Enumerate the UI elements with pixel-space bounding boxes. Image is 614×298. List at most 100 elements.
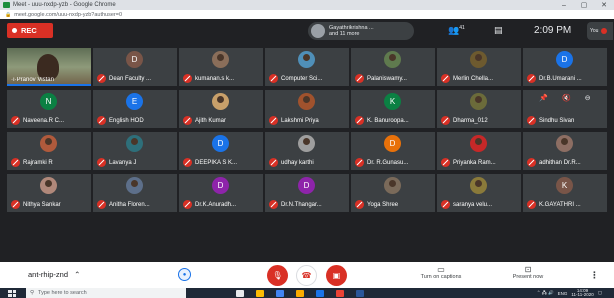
self-view-chip[interactable]: You <box>587 22 613 40</box>
participant-name-row: Ajith Kumar <box>183 116 261 125</box>
file-explorer-icon[interactable] <box>296 289 304 297</box>
minimize-button[interactable]: – <box>554 2 574 9</box>
present-now-button[interactable]: ⊡ Present now <box>503 265 553 280</box>
chrome-icon[interactable] <box>256 289 264 297</box>
participant-tile[interactable]: 📌 🔇 ⊖ Sindhu Sivan <box>523 90 607 128</box>
participant-name: Lakshmi Priya <box>281 117 319 124</box>
participant-name-row: K. Banuroopa... <box>355 116 433 125</box>
mic-off-icon <box>441 158 450 167</box>
participant-name: Sindhu Sivan <box>539 117 575 124</box>
network-icon[interactable]: ⌃ 🖧 🔊 <box>537 289 554 297</box>
participant-tile[interactable]: E English HOD <box>93 90 177 128</box>
participant-name-row: Palaniswamy... <box>355 74 433 83</box>
participant-name: Dr.N.Thangar... <box>281 201 322 208</box>
mic-off-icon <box>269 74 278 83</box>
pin-icon[interactable]: 📌 <box>539 94 548 102</box>
participant-tile[interactable]: Dharma_012 <box>437 90 521 128</box>
captions-button[interactable]: ▭ Turn on captions <box>410 265 472 280</box>
meet-bottom-bar: ant-rhip-znd ⌃ ● 🎙 ☎ ▣ ▭ Turn on caption… <box>0 262 614 288</box>
more-options-button[interactable]: ⋮ <box>590 270 599 281</box>
participant-name-row: Lakshmi Priya <box>269 116 347 125</box>
participant-name: Pranov Vistan <box>16 77 54 83</box>
presenter-name: Gayathrikrishna ... <box>329 24 374 31</box>
camera-toggle-button[interactable]: ▣ <box>326 265 347 286</box>
participant-tile[interactable]: Nithya Sankar <box>7 174 91 212</box>
participant-avatar: N <box>40 93 57 110</box>
record-dot-icon <box>12 28 17 33</box>
participant-name: Palaniswamy... <box>367 75 407 82</box>
meeting-clock: 2:09 PM <box>534 25 572 36</box>
participant-tile[interactable]: D Dr.N.Thangar... <box>265 174 349 212</box>
present-icon: ⊡ <box>524 265 532 274</box>
participant-tile[interactable]: D Dr. R.Gunasu... <box>351 132 435 170</box>
participant-tile[interactable]: Anitha Floren... <box>93 174 177 212</box>
chat-icon: ▤ <box>494 25 503 35</box>
mic-off-icon <box>527 116 536 125</box>
windows-start-icon[interactable] <box>8 289 16 297</box>
you-label: You <box>590 28 599 34</box>
leave-call-button[interactable]: ☎ <box>296 265 317 286</box>
participant-avatar: D <box>556 51 573 68</box>
app-icon[interactable] <box>336 289 344 297</box>
task-view-icon[interactable] <box>236 289 244 297</box>
mic-off-icon <box>183 200 192 209</box>
participant-tile[interactable]: udhay karthi <box>265 132 349 170</box>
people-count: 41 <box>459 25 465 31</box>
word-icon[interactable] <box>356 289 364 297</box>
participant-tile[interactable]: Yoga Shree <box>351 174 435 212</box>
chevron-up-icon: ⌃ <box>74 270 81 279</box>
participant-avatar: D <box>384 135 401 152</box>
url-text[interactable]: meet.google.com/uuu-nxdp-yzb?authuser=0 <box>14 12 122 18</box>
participant-tile[interactable]: Ajith Kumar <box>179 90 263 128</box>
mute-participant-icon[interactable]: 🔇 <box>562 94 571 102</box>
participant-tile[interactable]: Lavanya J <box>93 132 177 170</box>
chat-button[interactable]: ▤ <box>494 25 503 36</box>
participant-tile[interactable]: D Dr.B.Umarani ... <box>523 48 607 86</box>
mic-off-icon <box>183 116 192 125</box>
presenter-chip[interactable]: Gayathrikrishna ... and 11 more <box>308 22 414 40</box>
participant-tile[interactable]: D Dean Faculty ... <box>93 48 177 86</box>
participant-tile[interactable]: ·ı· Pranov Vistan <box>7 48 91 86</box>
participant-name-row: Computer Sci... <box>269 74 347 83</box>
people-button[interactable]: 👥41 <box>448 25 465 36</box>
edge-icon[interactable] <box>276 289 284 297</box>
participant-tile[interactable]: Computer Sci... <box>265 48 349 86</box>
mic-off-icon <box>11 200 20 209</box>
language-indicator[interactable]: ENG <box>558 291 568 296</box>
microphone-toggle-button[interactable]: 🎙 <box>267 265 288 286</box>
participant-name: Priyanka Ram... <box>453 159 496 166</box>
participant-tile[interactable]: Lakshmi Priya <box>265 90 349 128</box>
captions-icon: ▭ <box>437 265 445 274</box>
meeting-details-button[interactable]: ant-rhip-znd ⌃ <box>28 270 80 279</box>
mic-off-icon <box>11 116 20 125</box>
user-avatar-badge[interactable]: ● <box>178 268 191 281</box>
notifications-icon[interactable]: ▢ <box>598 290 602 296</box>
store-icon[interactable] <box>316 289 324 297</box>
participant-tile[interactable]: adhithan Dr.R... <box>523 132 607 170</box>
participant-tile[interactable]: saranya velu... <box>437 174 521 212</box>
meeting-code: ant-rhip-znd <box>28 270 69 279</box>
participant-avatar <box>212 51 229 68</box>
mic-off-icon <box>97 74 106 83</box>
participant-name: Ajith Kumar <box>195 117 227 124</box>
maximize-button[interactable]: ▢ <box>574 1 594 9</box>
address-bar[interactable]: 🔒 meet.google.com/uuu-nxdp-yzb?authuser=… <box>0 10 614 19</box>
participant-tile[interactable]: N Naveena.R C... <box>7 90 91 128</box>
close-window-button[interactable]: ✕ <box>594 1 614 9</box>
participant-name: adhithan Dr.R... <box>539 159 581 166</box>
participant-avatar: K <box>384 93 401 110</box>
participant-tile[interactable]: K K. Banuroopa... <box>351 90 435 128</box>
taskbar-clock[interactable]: 14:09 11-11-2020 <box>571 288 593 298</box>
participant-tile[interactable]: Merlin Chella... <box>437 48 521 86</box>
participant-tile[interactable]: kumanan.s k... <box>179 48 263 86</box>
participant-tile[interactable]: K K.GAYATHRI ... <box>523 174 607 212</box>
participant-tile[interactable]: D DEEPIKA S K... <box>179 132 263 170</box>
participant-tile[interactable]: D Dr.K.Anuradh... <box>179 174 263 212</box>
participant-tile[interactable]: Palaniswamy... <box>351 48 435 86</box>
taskbar-search-box[interactable]: ⚲ Type here to search <box>26 288 186 298</box>
participant-avatar <box>126 177 143 194</box>
remove-participant-icon[interactable]: ⊖ <box>585 94 591 102</box>
participant-tile[interactable]: Priyanka Ram... <box>437 132 521 170</box>
participant-avatar <box>384 177 401 194</box>
participant-tile[interactable]: Rajramki R <box>7 132 91 170</box>
